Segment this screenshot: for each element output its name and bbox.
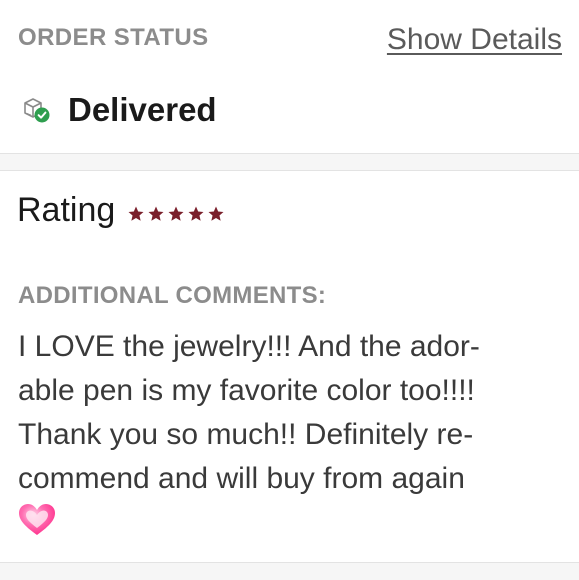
star-icon (207, 205, 225, 223)
section-divider-bottom (0, 562, 579, 580)
review-card: Rating ADDITIONAL COMMENTS: I LOVE the j… (0, 171, 579, 562)
section-divider (0, 153, 579, 171)
delivery-status-text: Delivered (68, 91, 217, 128)
star-icon (187, 205, 205, 223)
additional-comments-label: ADDITIONAL COMMENTS: (18, 282, 327, 309)
delivery-status-row: Delivered (20, 90, 217, 130)
show-details-link[interactable]: Show Details (387, 23, 562, 57)
star-rating (127, 205, 225, 223)
star-icon (147, 205, 165, 223)
comment-text: I LOVE the jewelry!!! And the ador- able… (18, 330, 480, 495)
rating-label: Rating (17, 191, 116, 229)
star-icon (167, 205, 185, 223)
delivered-box-check-icon (20, 94, 52, 126)
rating-row: Rating (17, 191, 225, 230)
pink-heart-icon (17, 502, 57, 538)
order-status-label: ORDER STATUS (18, 24, 209, 51)
star-icon (127, 205, 145, 223)
order-status-card: ORDER STATUS Show Details Delivered (0, 0, 579, 153)
